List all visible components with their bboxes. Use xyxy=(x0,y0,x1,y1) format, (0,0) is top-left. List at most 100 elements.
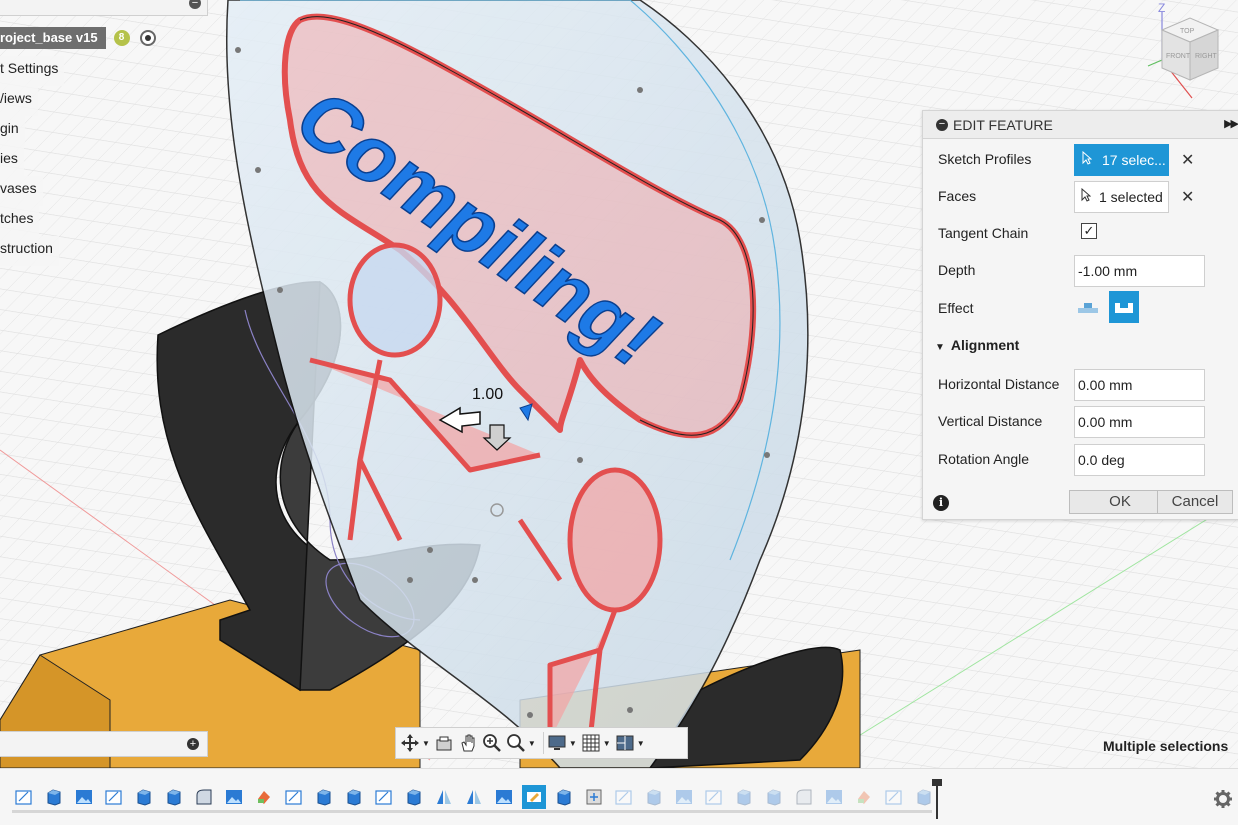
image-icon xyxy=(226,790,242,804)
extrude-icon xyxy=(317,789,331,806)
chevron-down-icon[interactable]: ▼ xyxy=(422,739,430,748)
timeline-feature-sketch[interactable] xyxy=(882,785,906,809)
alignment-section[interactable]: ▼ Alignment xyxy=(935,337,1019,353)
row-depth: Depth -1.00 mm xyxy=(923,252,1238,288)
chevron-down-icon[interactable]: ▼ xyxy=(569,739,577,748)
info-icon[interactable]: i xyxy=(933,495,949,511)
timeline-feature-extrude[interactable] xyxy=(732,785,756,809)
timeline-feature-image[interactable] xyxy=(492,785,516,809)
chevron-down-icon[interactable]: ▼ xyxy=(603,739,611,748)
browser-item-settings[interactable]: t Settings xyxy=(0,56,65,86)
faces-selector[interactable]: 1 selected xyxy=(1074,181,1169,213)
depth-input[interactable]: -1.00 mm xyxy=(1074,255,1205,287)
row-sketch-profiles: Sketch Profiles 17 selec... ✕ xyxy=(923,141,1238,177)
sketch-profiles-selector[interactable]: 17 selec... xyxy=(1074,144,1169,176)
chevron-down-icon[interactable]: ▼ xyxy=(528,739,536,748)
zoom-window-icon xyxy=(507,734,525,752)
browser-item-origin[interactable]: gin xyxy=(0,116,25,146)
viewports-button[interactable]: ▼ xyxy=(615,730,645,756)
timeline-feature-sketch[interactable] xyxy=(372,785,396,809)
timeline-feature-extrude[interactable] xyxy=(312,785,336,809)
timeline-feature-paint[interactable] xyxy=(252,785,276,809)
deboss-effect-button[interactable] xyxy=(1109,291,1139,323)
browser-item-bodies[interactable]: ies xyxy=(0,146,24,176)
timeline-feature-image[interactable] xyxy=(822,785,846,809)
timeline-feature-image[interactable] xyxy=(222,785,246,809)
browser-item-construction[interactable]: struction xyxy=(0,236,59,266)
collapse-icon[interactable]: − xyxy=(189,0,201,9)
clear-faces-icon[interactable]: ✕ xyxy=(1181,187,1194,207)
browser-item-sketches[interactable]: tches xyxy=(0,206,40,236)
timeline-feature-emboss[interactable] xyxy=(522,785,546,809)
cursor-icon xyxy=(1082,144,1094,176)
sketch-icon xyxy=(375,790,392,805)
browser-document-row[interactable]: roject_base v15 8 xyxy=(0,26,156,50)
section-collapse-icon[interactable]: ▼ xyxy=(935,342,945,353)
timeline-feature-fillet[interactable] xyxy=(192,785,216,809)
timeline-feature-sketch[interactable] xyxy=(612,785,636,809)
document-title[interactable]: roject_base v15 xyxy=(0,27,106,49)
browser-item-canvases[interactable]: vases xyxy=(0,176,43,206)
pan-button[interactable] xyxy=(458,730,478,756)
emboss-icon xyxy=(527,792,541,802)
timeline-feature-fillet[interactable] xyxy=(792,785,816,809)
timeline-feature-mirror[interactable] xyxy=(432,785,456,809)
sketch-profiles-value: 17 selec... xyxy=(1102,152,1166,168)
timeline-feature-mirror[interactable] xyxy=(462,785,486,809)
alignment-label: Alignment xyxy=(950,337,1020,353)
grid-settings-button[interactable]: ▼ xyxy=(581,730,611,756)
emboss-effect-icon[interactable] xyxy=(1077,298,1099,316)
timeline-feature-move[interactable] xyxy=(582,785,606,809)
panel-header[interactable]: − EDIT FEATURE ▶▶ xyxy=(923,111,1238,139)
timeline-feature-extrude[interactable] xyxy=(162,785,186,809)
expand-arrow-icon[interactable]: ▶▶ xyxy=(1224,117,1238,130)
navigation-bar: ▼ ▼ ▼ ▼ ▼ xyxy=(395,727,688,759)
orbit-button[interactable]: ▼ xyxy=(400,730,430,756)
timeline-feature-extrude[interactable] xyxy=(402,785,426,809)
timeline-feature-extrude[interactable] xyxy=(42,785,66,809)
timeline-feature-sketch[interactable] xyxy=(702,785,726,809)
timeline-feature-paint[interactable] xyxy=(852,785,876,809)
viewcube[interactable]: Z TOP FRONT RIGHT xyxy=(1140,0,1238,104)
add-comment-icon[interactable]: + xyxy=(187,738,199,750)
timeline-marker-icon[interactable] xyxy=(931,779,943,819)
active-radio-icon[interactable] xyxy=(139,30,156,46)
zoom-window-button[interactable]: ▼ xyxy=(506,730,536,756)
chevron-down-icon[interactable]: ▼ xyxy=(637,739,645,748)
timeline-feature-sketch[interactable] xyxy=(282,785,306,809)
extrude-icon xyxy=(407,789,421,806)
timeline-feature-extrude[interactable] xyxy=(642,785,666,809)
sketch-icon xyxy=(285,790,302,805)
rotation-angle-input[interactable]: 0.0 deg xyxy=(1074,444,1205,476)
look-at-button[interactable] xyxy=(434,730,454,756)
zoom-button[interactable] xyxy=(482,730,502,756)
vertical-distance-input[interactable]: 0.00 mm xyxy=(1074,406,1205,438)
horizontal-distance-input[interactable]: 0.00 mm xyxy=(1074,369,1205,401)
timeline-feature-image[interactable] xyxy=(672,785,696,809)
timeline-feature-extrude[interactable] xyxy=(552,785,576,809)
timeline-feature-extrude[interactable] xyxy=(342,785,366,809)
display-settings-button[interactable]: ▼ xyxy=(547,730,577,756)
timeline-feature-extrude[interactable] xyxy=(132,785,156,809)
collapse-panel-icon[interactable]: − xyxy=(936,118,948,131)
gear-icon[interactable] xyxy=(1213,789,1233,809)
browser-item-views[interactable]: /iews xyxy=(0,86,38,116)
faces-value: 1 selected xyxy=(1099,189,1163,205)
viewcube-front-label: FRONT xyxy=(1166,53,1191,60)
zoom-icon xyxy=(483,734,501,752)
timeline-feature-extrude[interactable] xyxy=(762,785,786,809)
cancel-button[interactable]: Cancel xyxy=(1157,490,1233,514)
timeline-feature-sketch[interactable] xyxy=(12,785,36,809)
ok-button[interactable]: OK xyxy=(1069,490,1171,514)
tangent-chain-checkbox[interactable]: ✓ xyxy=(1081,223,1097,239)
timeline-feature-image[interactable] xyxy=(72,785,96,809)
timeline-items xyxy=(12,785,942,809)
cursor-icon xyxy=(1081,182,1093,212)
edit-feature-panel: − EDIT FEATURE ▶▶ Sketch Profiles 17 sel… xyxy=(922,110,1238,520)
timeline-feature-sketch[interactable] xyxy=(102,785,126,809)
image-icon xyxy=(676,790,692,804)
extrude-icon xyxy=(557,789,571,806)
panel-footer: i OK Cancel xyxy=(923,483,1238,519)
clear-profiles-icon[interactable]: ✕ xyxy=(1181,150,1194,170)
dimension-label: 1.00 xyxy=(472,386,503,403)
